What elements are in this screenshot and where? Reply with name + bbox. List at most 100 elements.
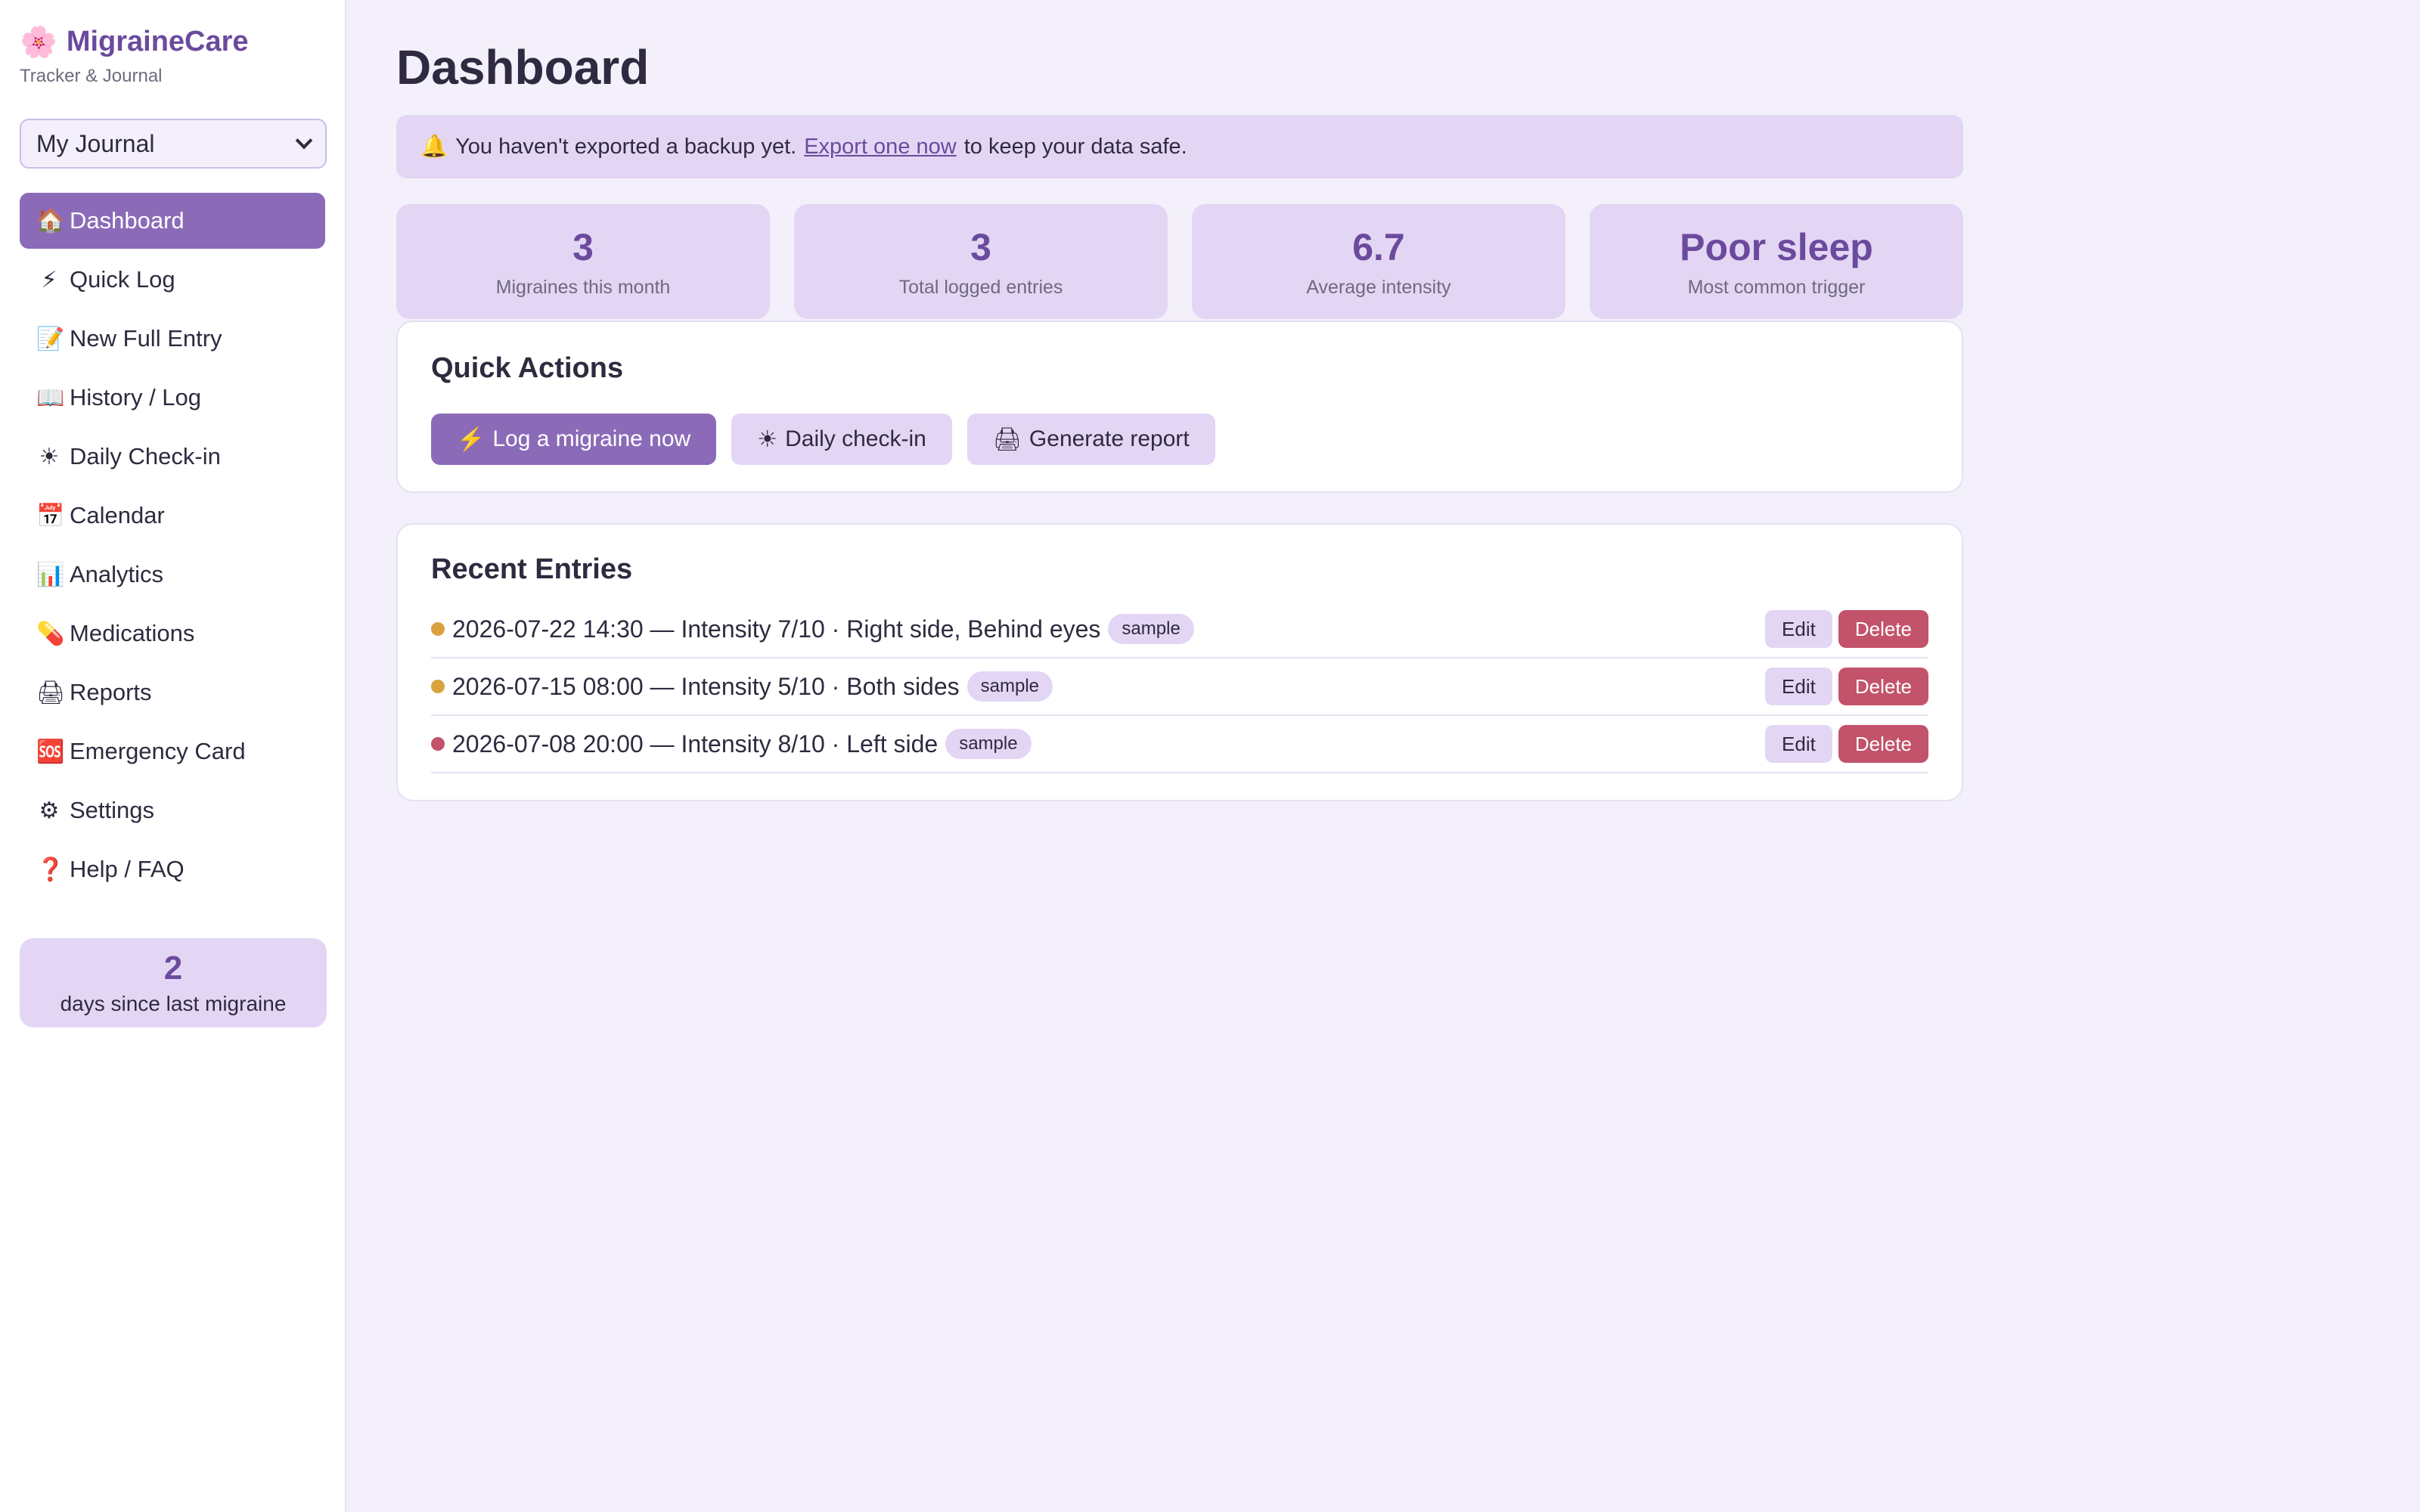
sidebar-item-label: History / Log	[70, 384, 202, 411]
emergency-card-icon: 🆘	[36, 739, 65, 764]
stat-value: 3	[572, 225, 594, 268]
printer-icon: 🖨	[992, 426, 1022, 452]
stat-card: 3 Total logged entries	[794, 204, 1168, 319]
help-faq-icon: ❓	[36, 857, 65, 882]
backup-notice: 🔔 You haven't exported a backup yet. Exp…	[396, 115, 1963, 178]
stat-value: Poor sleep	[1680, 225, 1873, 268]
entry-text: 2026-07-15 08:00 — Intensity 5/10 · Both…	[452, 672, 960, 700]
settings-icon: ⚙	[39, 798, 60, 823]
sidebar-nav: 🏠 Dashboard ⚡ Quick Log 📝 New Full Entry 📖 Hist…	[20, 193, 325, 897]
edit-entry-button[interactable]: Edit	[1765, 725, 1832, 763]
sidebar-item-calendar[interactable]: 📅 Calendar	[20, 488, 325, 544]
sidebar-item-help-faq[interactable]: ❓ Help / FAQ	[20, 841, 325, 897]
history-log-icon: 📖	[36, 385, 65, 411]
sidebar-item-label: Analytics	[70, 561, 164, 587]
stat-label: Average intensity	[1306, 276, 1451, 298]
chevron-down-icon	[295, 132, 313, 150]
log-migraine-button[interactable]: ⚡ Log a migraine now	[431, 414, 717, 465]
brand-name: MigraineCare	[66, 26, 249, 57]
quick-actions-title: Quick Actions	[431, 352, 624, 384]
days-since-card: 2 days since last migraine	[20, 938, 327, 1027]
recent-entries-list: 2026-07-22 14:30 — Intensity 7/10 · Righ…	[431, 601, 1928, 773]
lightning-icon: ⚡	[457, 426, 486, 452]
quick-actions-card: Quick Actions ⚡ Log a migraine now ☀ Dai…	[396, 321, 1963, 493]
medications-icon: 💊	[36, 621, 65, 646]
journal-select-value: My Journal	[36, 129, 155, 157]
sidebar-item-medications[interactable]: 💊 Medications	[20, 606, 325, 662]
entry-row: 2026-07-08 20:00 — Intensity 8/10 · Left…	[431, 716, 1928, 773]
stat-label: Most common trigger	[1687, 276, 1866, 298]
journal-select[interactable]: My Journal	[20, 119, 327, 169]
stat-value: 3	[970, 225, 991, 268]
sidebar-item-emergency-card[interactable]: 🆘 Emergency Card	[20, 723, 325, 779]
dashboard-icon: 🏠	[36, 208, 65, 234]
entry-text: 2026-07-08 20:00 — Intensity 8/10 · Left…	[452, 730, 939, 758]
sidebar-item-analytics[interactable]: 📊 Analytics	[20, 547, 325, 603]
recent-entries-card: Recent Entries 2026-07-22 14:30 — Intens…	[396, 523, 1963, 801]
stat-card: 6.7 Average intensity	[1192, 204, 1565, 319]
sidebar-item-label: Emergency Card	[70, 738, 246, 764]
export-now-link[interactable]: Export one now	[804, 135, 957, 160]
sidebar-item-dashboard[interactable]: 🏠 Dashboard	[20, 193, 325, 249]
sidebar-item-daily-checkin[interactable]: ☀ Daily Check-in	[20, 429, 325, 485]
stat-label: Total logged entries	[898, 276, 1063, 298]
entry-row: 2026-07-15 08:00 — Intensity 5/10 · Both…	[431, 658, 1928, 716]
sample-badge: sample	[1108, 614, 1194, 644]
sidebar: 🌸 MigraineCare Tracker & Journal My Jour…	[0, 0, 346, 1512]
sidebar-item-label: Medications	[70, 620, 195, 646]
stat-value: 6.7	[1352, 225, 1405, 268]
sidebar-item-label: Settings	[70, 797, 155, 823]
sidebar-item-label: Daily Check-in	[70, 443, 221, 469]
quick-actions-buttons: ⚡ Log a migraine now ☀ Daily check-in 🖨 …	[431, 414, 1928, 465]
daily-checkin-icon: ☀	[39, 444, 60, 469]
main-content: Dashboard 🔔 You haven't exported a backu…	[346, 0, 2420, 1512]
sidebar-item-label: New Full Entry	[70, 325, 222, 352]
delete-entry-button[interactable]: Delete	[1838, 725, 1928, 763]
bell-icon: 🔔	[420, 135, 448, 159]
quick-log-icon: ⚡	[41, 267, 57, 293]
sample-badge: sample	[945, 729, 1032, 759]
daily-checkin-label: Daily check-in	[785, 426, 926, 451]
brand-subtitle: Tracker & Journal	[20, 66, 163, 86]
sidebar-item-label: Quick Log	[70, 266, 175, 293]
edit-entry-button[interactable]: Edit	[1765, 668, 1832, 705]
analytics-icon: 📊	[36, 562, 65, 587]
sidebar-item-label: Calendar	[70, 502, 165, 528]
delete-entry-button[interactable]: Delete	[1838, 668, 1928, 705]
stats-row: 3 Migraines this month 3 Total logged entri…	[396, 204, 1963, 319]
sidebar-item-quick-log[interactable]: ⚡ Quick Log	[20, 252, 325, 308]
new-full-entry-icon: 📝	[36, 326, 65, 352]
entry-actions: Edit Delete	[1765, 668, 1928, 705]
flower-icon: 🌸	[20, 25, 57, 59]
brand: 🌸 MigraineCare	[20, 26, 325, 58]
entry-actions: Edit Delete	[1765, 610, 1928, 648]
edit-entry-button[interactable]: Edit	[1765, 610, 1832, 648]
sidebar-item-settings[interactable]: ⚙ Settings	[20, 782, 325, 838]
intensity-dot-icon	[431, 737, 445, 751]
daily-checkin-button[interactable]: ☀ Daily check-in	[731, 414, 952, 465]
page-title: Dashboard	[396, 40, 650, 94]
sidebar-item-label: Help / FAQ	[70, 856, 185, 882]
generate-report-label: Generate report	[1028, 426, 1190, 451]
delete-entry-button[interactable]: Delete	[1838, 610, 1928, 648]
sidebar-item-label: Reports	[70, 679, 152, 705]
sidebar-item-reports[interactable]: 🖨 Reports	[20, 665, 325, 720]
entry-actions: Edit Delete	[1765, 725, 1928, 763]
reports-icon: 🖨	[36, 680, 66, 705]
stat-card: Poor sleep Most common trigger	[1590, 204, 1963, 319]
days-since-value: 2	[163, 950, 183, 987]
calendar-icon: 📅	[36, 503, 65, 528]
intensity-dot-icon	[431, 622, 445, 636]
generate-report-button[interactable]: 🖨 Generate report	[966, 414, 1215, 465]
intensity-dot-icon	[431, 680, 445, 693]
sample-badge: sample	[966, 671, 1053, 702]
sidebar-item-label: Dashboard	[70, 207, 185, 234]
sidebar-item-new-full-entry[interactable]: 📝 New Full Entry	[20, 311, 325, 367]
entry-text: 2026-07-22 14:30 — Intensity 7/10 · Righ…	[452, 615, 1101, 643]
notice-text-before: You haven't exported a backup yet.	[455, 134, 797, 159]
sun-icon: ☀	[757, 426, 778, 452]
stat-label: Migraines this month	[495, 276, 671, 298]
sidebar-item-history-log[interactable]: 📖 History / Log	[20, 370, 325, 426]
entry-row: 2026-07-22 14:30 — Intensity 7/10 · Righ…	[431, 601, 1928, 658]
app-root: 🌸 MigraineCare Tracker & Journal My Jour…	[0, 0, 2420, 1512]
